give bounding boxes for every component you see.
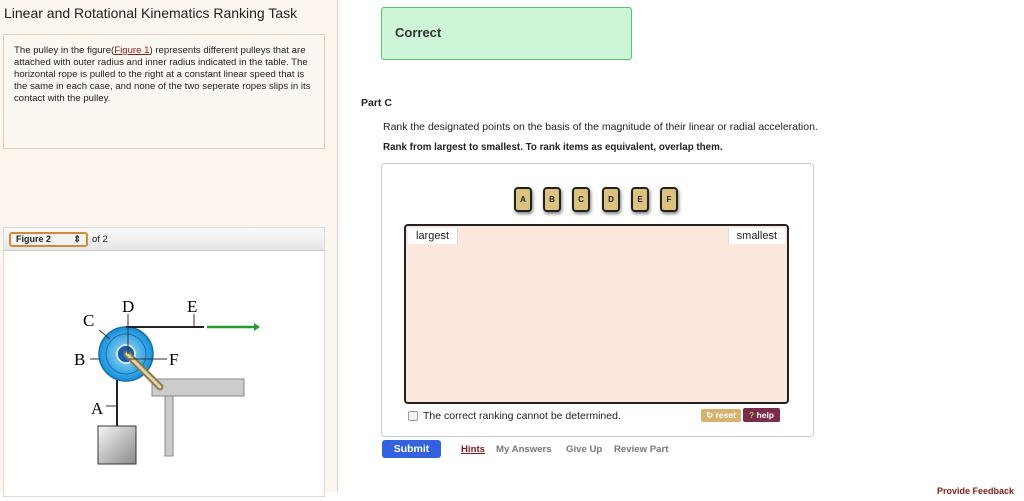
- smallest-label: smallest: [727, 228, 785, 244]
- cannot-determine-label: The correct ranking cannot be determined…: [423, 410, 621, 422]
- tile-d[interactable]: D: [602, 187, 620, 212]
- reset-label: reset: [715, 410, 736, 420]
- tile-e[interactable]: E: [631, 187, 649, 212]
- help-label: help: [756, 410, 775, 420]
- label-f: F: [169, 350, 178, 369]
- figure-select[interactable]: Figure 2 ⇕: [9, 232, 88, 247]
- table-top: [151, 378, 245, 397]
- figure-count: of 2: [92, 234, 108, 245]
- reset-icon: ↻: [706, 410, 716, 420]
- tile-a[interactable]: A: [514, 187, 532, 212]
- table-leg: [164, 395, 174, 457]
- my-answers-link[interactable]: My Answers: [496, 444, 552, 455]
- hanging-block: [97, 425, 137, 465]
- left-panel: Linear and Rotational Kinematics Ranking…: [0, 0, 338, 497]
- label-e: E: [187, 297, 197, 316]
- label-c: C: [83, 311, 94, 330]
- ranking-instruction: Rank from largest to smallest. To rank i…: [383, 142, 723, 153]
- intro-text: The pulley in the figure(: [14, 45, 115, 56]
- part-label: Part C: [361, 97, 392, 109]
- ranking-drop-area[interactable]: largest smallest: [404, 224, 789, 404]
- review-part-link[interactable]: Review Part: [614, 444, 668, 455]
- figure-select-value: Figure 2: [16, 234, 52, 244]
- arrow-head-icon: [254, 323, 260, 331]
- reset-button[interactable]: ↻ reset: [701, 409, 741, 422]
- tile-c[interactable]: C: [572, 187, 590, 212]
- help-icon: ?: [748, 410, 757, 420]
- figure-panel: Figure 2 ⇕ of 2 A B C D E F: [3, 227, 325, 497]
- submit-button[interactable]: Submit: [382, 440, 441, 458]
- label-a: A: [91, 399, 104, 418]
- feedback-correct: Correct: [381, 7, 632, 60]
- cannot-determine-checkbox[interactable]: [408, 411, 418, 421]
- hints-link[interactable]: Hints: [461, 444, 485, 455]
- help-button[interactable]: ? help: [743, 408, 780, 422]
- question-prompt: Rank the designated points on the basis …: [383, 121, 818, 133]
- select-arrows-icon: ⇕: [73, 234, 81, 244]
- label-d: D: [122, 297, 134, 316]
- problem-intro: The pulley in the figure(Figure 1) repre…: [3, 34, 325, 149]
- tile-b[interactable]: B: [543, 187, 561, 212]
- label-b: B: [74, 350, 85, 369]
- pulley-figure: A B C D E F: [74, 297, 260, 465]
- page-title: Linear and Rotational Kinematics Ranking…: [4, 5, 298, 21]
- tile-f[interactable]: F: [660, 187, 678, 212]
- figure-1-link[interactable]: Figure 1: [114, 45, 149, 56]
- largest-label: largest: [408, 228, 459, 244]
- provide-feedback-link[interactable]: Provide Feedback: [937, 486, 1014, 496]
- give-up-link[interactable]: Give Up: [566, 444, 602, 455]
- figure-header: Figure 2 ⇕ of 2: [4, 228, 324, 251]
